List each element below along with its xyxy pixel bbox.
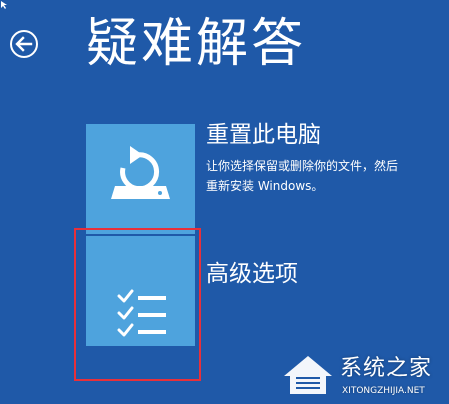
- reset-pc-description: 让你选择保留或删除你的文件，然后 重新安装 Windows。: [206, 156, 446, 196]
- house-logo-icon: [284, 356, 332, 394]
- reset-pc-tile[interactable]: [86, 124, 195, 234]
- cursor-icon: [1, 1, 7, 9]
- watermark-url: XITONGZHIJIA.NET: [342, 386, 425, 396]
- troubleshoot-screen: 疑难解答 重置此电脑 让你选择保留或删除你的文件，然后 重新安装 Windows…: [0, 0, 449, 404]
- highlight-box: [74, 228, 201, 381]
- back-arrow-icon: [10, 30, 38, 58]
- reset-pc-icon: [111, 146, 170, 199]
- watermark-name: 系统之家: [340, 356, 433, 381]
- reset-pc-description-line1: 让你选择保留或删除你的文件，然后: [206, 159, 399, 173]
- back-button[interactable]: [9, 29, 39, 59]
- advanced-options-title[interactable]: 高级选项: [206, 259, 298, 289]
- reset-pc-description-line2: 重新安装 Windows。: [206, 179, 324, 193]
- page-title: 疑难解答: [86, 14, 307, 74]
- watermark: 系统之家 XITONGZHIJIA.NET: [270, 348, 449, 404]
- reset-pc-title[interactable]: 重置此电脑: [206, 120, 321, 150]
